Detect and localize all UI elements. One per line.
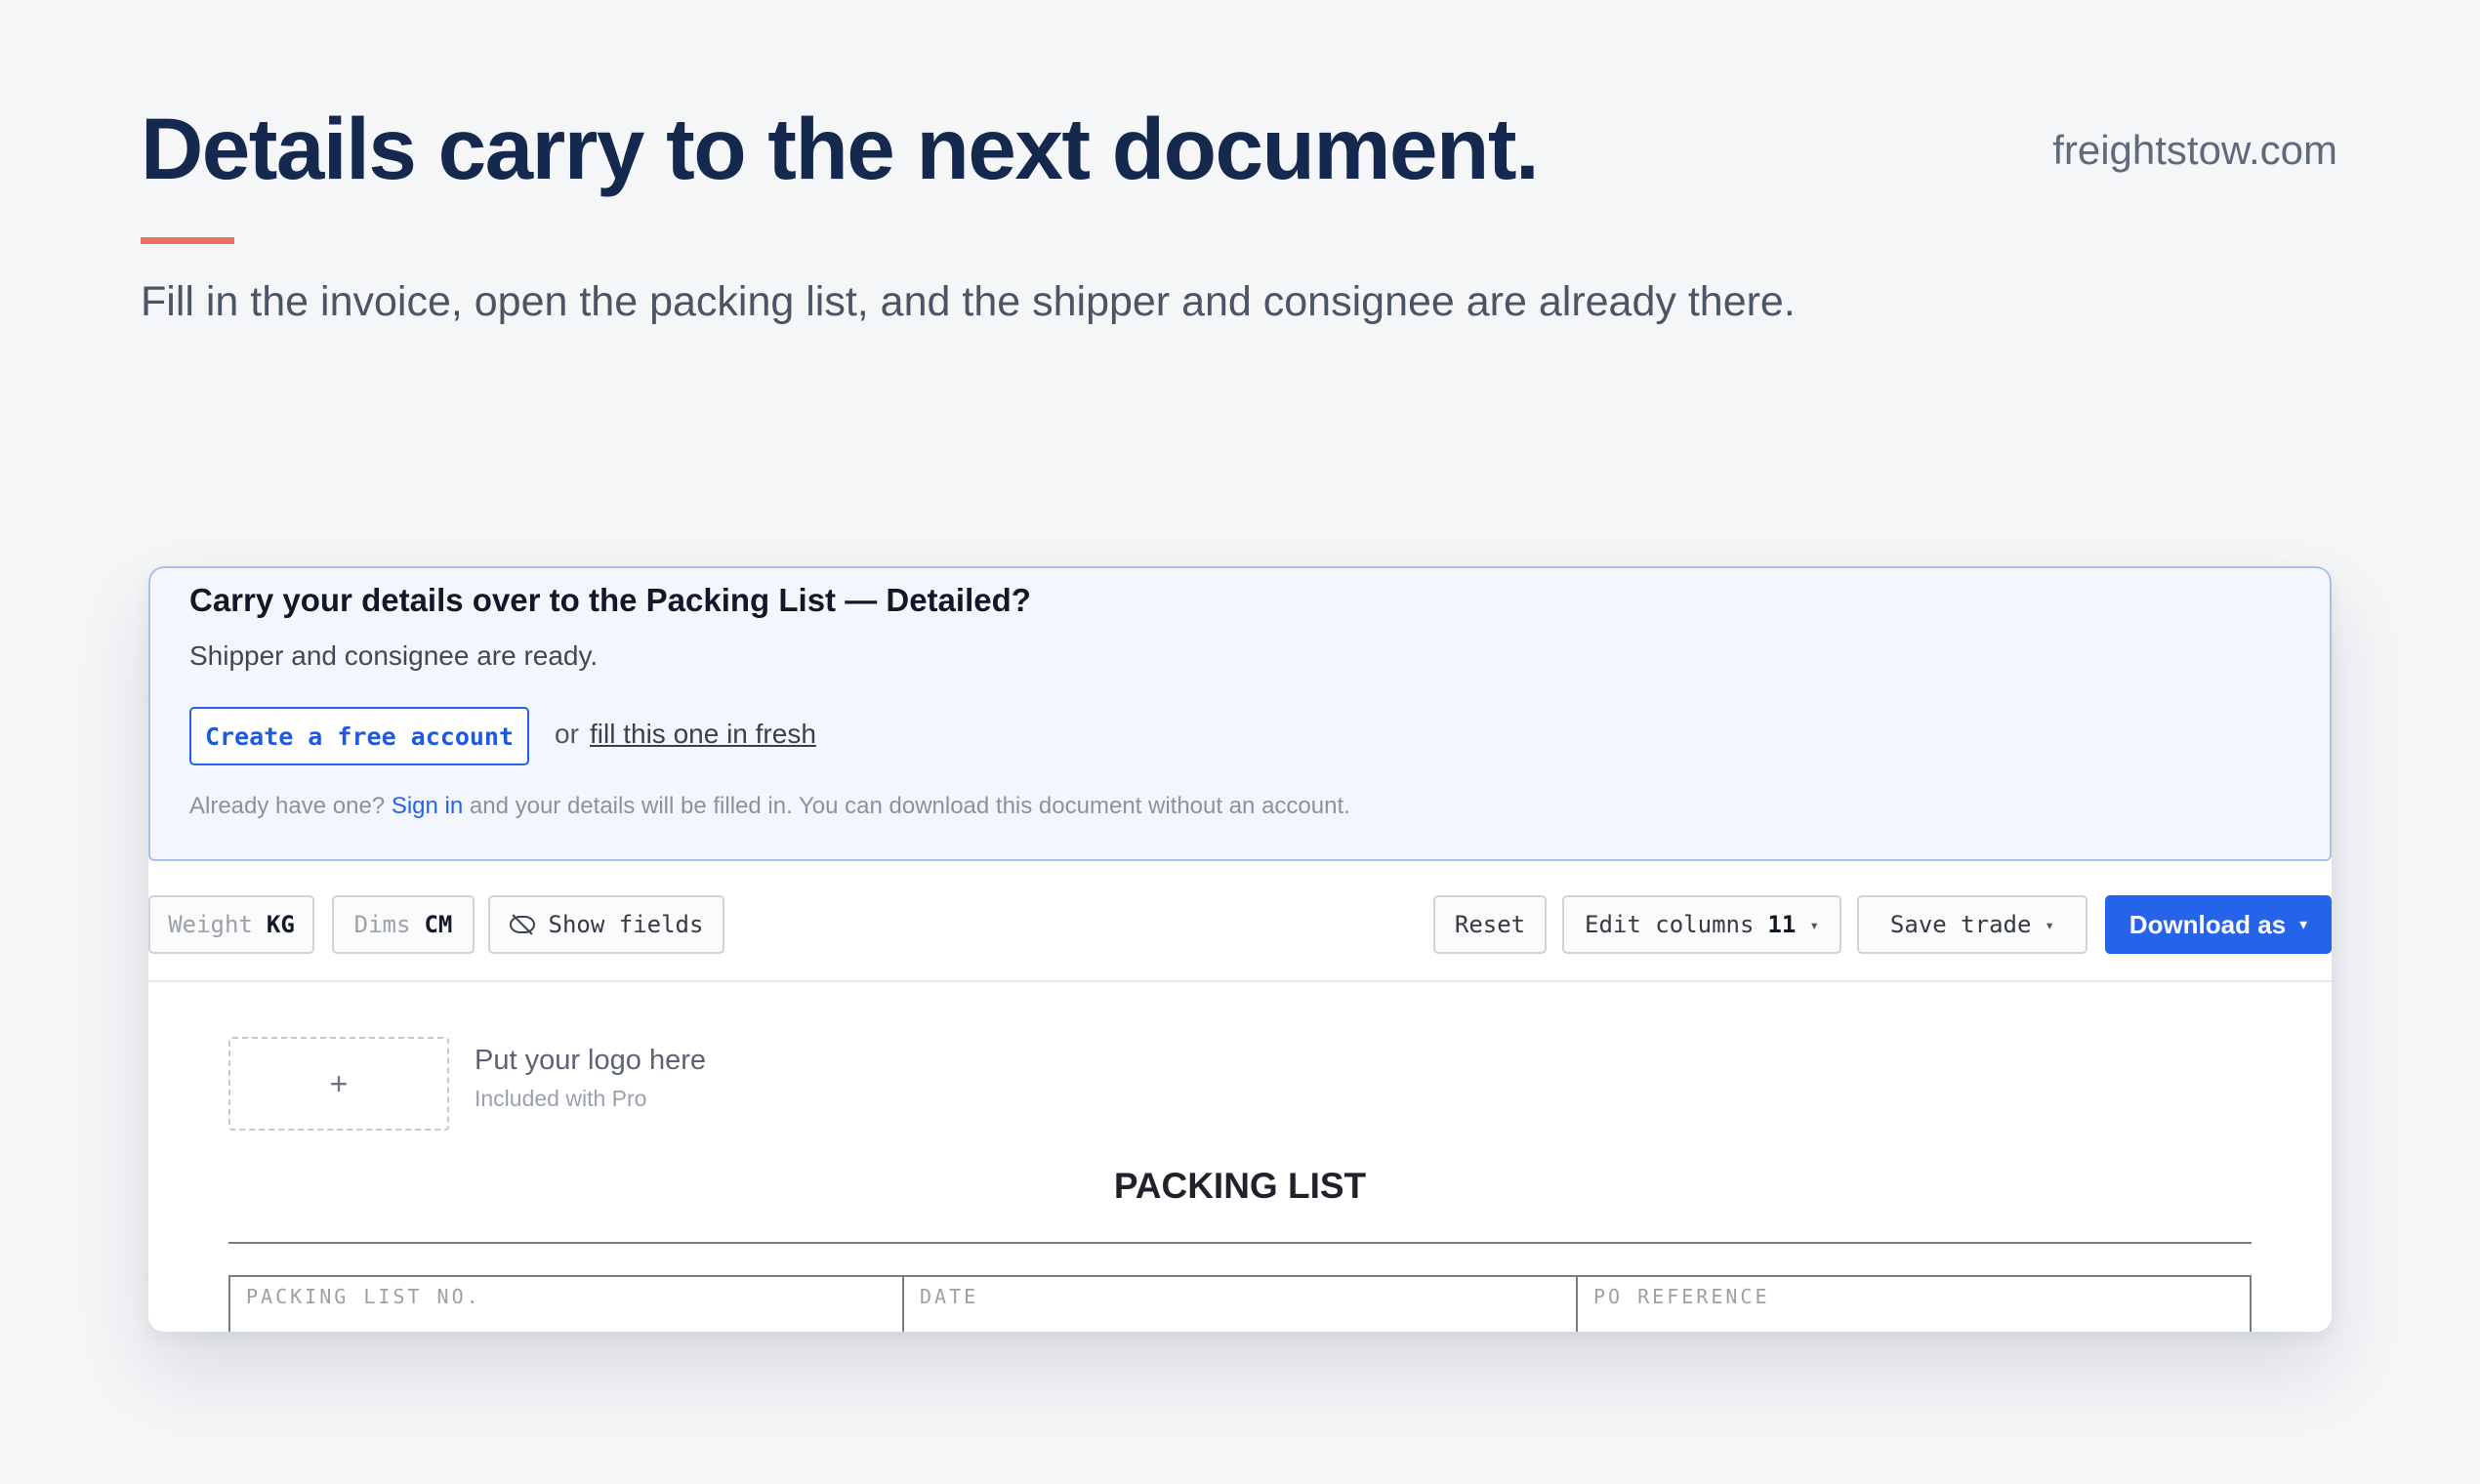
save-trade-label: Save trade bbox=[1889, 911, 2032, 938]
reset-label: Reset bbox=[1454, 911, 1526, 938]
download-as-button[interactable]: Download as ▾ bbox=[2105, 895, 2332, 954]
site-domain: freightstow.com bbox=[2052, 127, 2337, 173]
fill-fresh-link[interactable]: fill this one in fresh bbox=[590, 719, 816, 750]
app-window: Carry your details over to the Packing L… bbox=[148, 566, 2332, 1332]
edit-columns-count: 11 bbox=[1767, 911, 1797, 938]
banner-subtitle: Shipper and consignee are ready. bbox=[189, 640, 599, 671]
logo-subtitle: Included with Pro bbox=[475, 1086, 647, 1111]
page-headline: Details carry to the next document. bbox=[141, 100, 1540, 197]
chevron-down-icon: ▾ bbox=[2299, 917, 2308, 933]
packing-list-no-field[interactable]: PACKING LIST NO. bbox=[230, 1277, 902, 1332]
eye-off-icon bbox=[509, 916, 535, 933]
banner-fineprint: Already have one? Sign in and your detai… bbox=[189, 793, 1350, 820]
title-divider bbox=[228, 1242, 2252, 1244]
dims-label: Dims bbox=[353, 911, 411, 938]
carry-over-banner: Carry your details over to the Packing L… bbox=[148, 566, 2332, 861]
save-trade-button[interactable]: Save trade ▾ bbox=[1857, 895, 2087, 954]
date-field[interactable]: DATE bbox=[902, 1277, 1576, 1332]
page-subheading: Fill in the invoice, open the packing li… bbox=[141, 278, 1796, 325]
document-title: PACKING LIST bbox=[1113, 1166, 1367, 1206]
dims-unit-toggle[interactable]: Dims CM bbox=[332, 895, 475, 954]
weight-label: Weight bbox=[168, 911, 253, 938]
edit-columns-button[interactable]: Edit columns 11 ▾ bbox=[1562, 895, 1841, 954]
headline-accent-bar bbox=[141, 237, 234, 244]
banner-title: Carry your details over to the Packing L… bbox=[189, 582, 1031, 618]
chevron-down-icon: ▾ bbox=[2045, 915, 2055, 934]
edit-columns-label: Edit columns bbox=[1585, 911, 1755, 938]
po-reference-field[interactable]: PO REFERENCE bbox=[1576, 1277, 2250, 1332]
create-account-button[interactable]: Create a free account bbox=[189, 707, 529, 765]
logo-title: Put your logo here bbox=[475, 1045, 706, 1076]
chevron-down-icon: ▾ bbox=[1809, 915, 1819, 934]
fineprint-before: Already have one? bbox=[189, 793, 386, 819]
header-fields-row: PACKING LIST NO. DATE PO REFERENCE bbox=[228, 1275, 2252, 1332]
sign-in-link[interactable]: Sign in bbox=[392, 793, 463, 819]
download-label: Download as bbox=[2129, 909, 2287, 939]
show-fields-button[interactable]: Show fields bbox=[488, 895, 724, 954]
or-text: or bbox=[555, 719, 579, 749]
plus-icon: + bbox=[329, 1065, 349, 1101]
weight-unit: KG bbox=[266, 911, 295, 938]
fineprint-after: and your details will be filled in. You … bbox=[469, 793, 1350, 819]
logo-upload-dropzone[interactable]: + bbox=[228, 1037, 449, 1131]
reset-button[interactable]: Reset bbox=[1433, 895, 1547, 954]
document-preview: + Put your logo here Included with Pro P… bbox=[148, 980, 2332, 1332]
dims-unit: CM bbox=[424, 911, 453, 938]
weight-unit-toggle[interactable]: Weight KG bbox=[148, 895, 314, 954]
show-fields-label: Show fields bbox=[548, 911, 704, 938]
